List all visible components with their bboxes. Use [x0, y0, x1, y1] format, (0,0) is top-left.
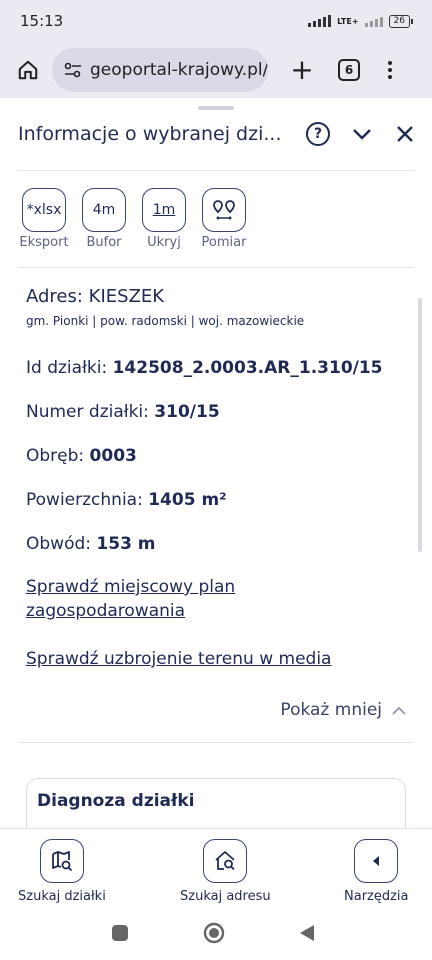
nav-search-parcel[interactable]: Szukaj działki	[18, 839, 106, 904]
header-divider	[18, 170, 414, 171]
tool-hide[interactable]: 1m Ukryj	[138, 188, 190, 250]
close-icon[interactable]	[393, 122, 417, 146]
tab-switcher-button[interactable]: 6	[338, 59, 360, 81]
area-row: Powierzchnia: 1405 m²	[26, 490, 227, 510]
diagnosis-card[interactable]: Diagnoza działki	[26, 778, 406, 828]
nav-tools[interactable]: Narzędzia	[344, 839, 409, 904]
home-search-icon[interactable]	[203, 839, 248, 883]
help-icon[interactable]: ?	[306, 122, 330, 146]
precinct-row: Obręb: 0003	[26, 446, 137, 466]
area-value: 1405 m²	[148, 490, 227, 510]
home-icon	[18, 60, 38, 80]
chevron-left-icon[interactable]	[354, 839, 399, 883]
back-triangle-icon[interactable]	[299, 924, 315, 946]
buffer-icon[interactable]: 4m	[82, 188, 126, 232]
parcel-id-label: Id działki:	[26, 358, 113, 378]
parcel-info-panel: Informacje o wybranej dzi... ? *xlsx Eks…	[0, 98, 432, 828]
scrollbar[interactable]	[418, 298, 422, 552]
site-settings-icon[interactable]	[64, 62, 82, 78]
tool-label: Eksport	[19, 235, 69, 250]
address-bar[interactable]: geoportal-krajowy.pl/i	[52, 48, 268, 92]
tool-label: Pomiar	[201, 235, 247, 250]
browser-menu-button[interactable]	[388, 61, 392, 79]
tool-row: *xlsx Eksport 4m Bufor 1m Ukryj Pomiar	[18, 188, 250, 250]
show-less-button[interactable]: Pokaż mniej	[280, 700, 406, 720]
signal-secondary-icon	[364, 15, 383, 27]
status-time: 15:13	[20, 12, 64, 30]
battery-icon: 26	[388, 14, 414, 28]
status-icons: LTE+ 26	[308, 14, 414, 28]
perimeter-row: Obwód: 153 m	[26, 534, 156, 554]
network-label: LTE+	[337, 16, 359, 26]
address: Adres: KIESZEK	[26, 286, 165, 307]
url-text: geoportal-krajowy.pl/i	[90, 60, 268, 80]
new-tab-button[interactable]: +	[288, 56, 316, 84]
nav-label: Narzędzia	[344, 889, 409, 904]
nav-label: Szukaj działki	[18, 889, 106, 904]
precinct-label: Obręb:	[26, 446, 90, 466]
chevron-up-icon	[392, 706, 406, 715]
nav-search-address[interactable]: Szukaj adresu	[180, 839, 271, 904]
parcel-number-value: 310/15	[154, 402, 220, 422]
pins-icon[interactable]	[202, 188, 246, 232]
ruler-text: 1m	[152, 202, 176, 218]
parcel-number-label: Numer działki:	[26, 402, 155, 422]
parcel-number-row: Numer działki: 310/15	[26, 402, 220, 422]
status-bar: 15:13 LTE+ 26	[0, 0, 432, 42]
bottom-navigation: Szukaj działki Szukaj adresu Narzędzia	[0, 828, 432, 906]
recents-icon[interactable]	[111, 924, 129, 946]
ruler-icon[interactable]: 1m	[142, 188, 186, 232]
drag-handle[interactable]	[198, 106, 234, 110]
perimeter-value: 153 m	[96, 534, 156, 554]
parcel-id-value: 142508_2.0003.AR_1.310/15	[112, 358, 383, 378]
utilities-link[interactable]: Sprawdź uzbrojenie terenu w media	[26, 647, 331, 671]
xlsx-icon[interactable]: *xlsx	[22, 188, 66, 232]
browser-toolbar: geoportal-krajowy.pl/i + 6	[0, 42, 432, 98]
zoning-plan-link-line1: Sprawdź miejscowy plan	[26, 577, 236, 597]
panel-title: Informacje o wybranej dzi...	[18, 123, 282, 145]
system-navigation	[0, 906, 432, 960]
section-divider	[18, 742, 414, 743]
tools-divider	[18, 267, 414, 268]
tool-export[interactable]: *xlsx Eksport	[18, 188, 70, 250]
tool-label: Ukryj	[147, 235, 181, 250]
parcel-id-row: Id działki: 142508_2.0003.AR_1.310/15	[26, 358, 383, 378]
perimeter-label: Obwód:	[26, 534, 97, 554]
nav-label: Szukaj adresu	[180, 889, 271, 904]
tool-measure[interactable]: Pomiar	[198, 188, 250, 250]
precinct-value: 0003	[89, 446, 137, 466]
home-circle-icon[interactable]	[203, 922, 225, 948]
show-less-label: Pokaż mniej	[280, 700, 382, 720]
diagnosis-card-title: Diagnoza działki	[37, 791, 195, 811]
home-button[interactable]	[10, 52, 46, 88]
address-block: Adres: KIESZEK gm. Pionki | pow. radomsk…	[26, 286, 416, 328]
zoning-plan-link-line2: zagospodarowania	[26, 601, 186, 621]
zoning-plan-link[interactable]: Sprawdź miejscowy plan zagospodarowania	[26, 575, 235, 623]
administrative-location: gm. Pionki | pow. radomski | woj. mazowi…	[26, 314, 305, 328]
map-search-icon[interactable]	[39, 839, 84, 883]
collapse-chevron-icon[interactable]	[350, 122, 374, 146]
area-label: Powierzchnia:	[26, 490, 149, 510]
panel-header: Informacje o wybranej dzi... ?	[0, 112, 432, 156]
signal-icon	[308, 15, 332, 27]
tool-label: Bufor	[86, 235, 122, 250]
tool-buffer[interactable]: 4m Bufor	[78, 188, 130, 250]
